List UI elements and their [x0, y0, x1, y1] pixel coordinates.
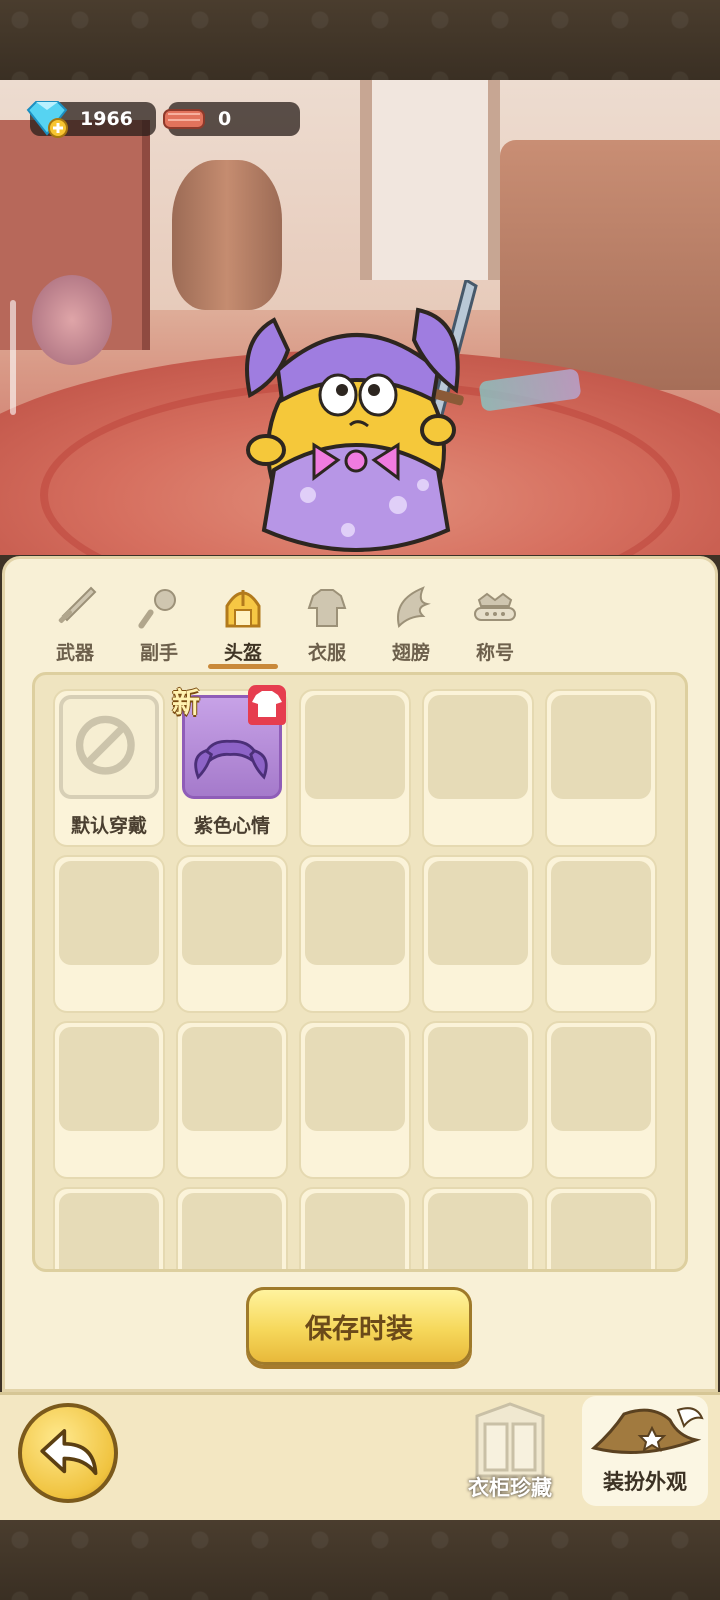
item-slot-icon-frame — [305, 695, 405, 799]
item-slot-icon-frame — [59, 1027, 159, 1131]
wardrobe-icon — [475, 1402, 545, 1478]
item-slot-empty[interactable] — [299, 1021, 411, 1179]
item-slot-default[interactable]: 默认穿戴 — [53, 689, 165, 847]
item-slot-empty[interactable] — [299, 855, 411, 1013]
item-slot-empty[interactable] — [176, 1021, 288, 1179]
item-slot-empty[interactable] — [545, 1187, 657, 1269]
sword-icon — [58, 586, 97, 623]
item-slot-icon-frame — [551, 695, 651, 799]
shirt-icon — [248, 685, 286, 725]
item-slot-empty[interactable] — [299, 689, 411, 847]
item-slot-icon-frame — [305, 1193, 405, 1269]
bottom-border — [0, 1520, 720, 1600]
armor-icon — [307, 589, 347, 627]
wing-icon — [397, 586, 431, 628]
item-slot-icon-frame — [428, 1193, 528, 1269]
item-slot-icon-frame — [551, 1193, 651, 1269]
tab-wings-label: 翅膀 — [391, 642, 430, 664]
item-slot-empty[interactable] — [422, 1187, 534, 1269]
dress-up-label: 装扮外观 — [603, 1470, 687, 1494]
item-slot-icon-frame — [428, 1027, 528, 1131]
save-outfit-button[interactable]: 保存时装 — [246, 1287, 472, 1365]
tab-clothes[interactable]: 衣服 — [292, 586, 362, 666]
tab-weapon-label: 武器 — [55, 642, 94, 664]
item-label: 紫色心情 — [193, 815, 270, 837]
new-badge: 新 — [172, 686, 201, 719]
helmet-icon — [225, 590, 261, 628]
item-slot-empty[interactable] — [53, 1187, 165, 1269]
tab-helmet-label: 头盔 — [223, 642, 262, 664]
tab-clothes-label: 衣服 — [307, 642, 346, 664]
item-slot-empty[interactable] — [545, 855, 657, 1013]
item-slot-icon-frame — [428, 861, 528, 965]
tab-offhand[interactable]: 副手 — [124, 586, 194, 666]
top-border — [0, 0, 720, 80]
scene-doorway — [360, 80, 500, 280]
item-slot-icon-frame — [551, 1027, 651, 1131]
item-slot-icon-frame — [182, 861, 282, 965]
item-slot-empty[interactable] — [545, 1021, 657, 1179]
item-slot-icon-frame — [428, 695, 528, 799]
tab-title[interactable]: 称号 — [460, 586, 530, 666]
back-button[interactable] — [18, 1403, 118, 1503]
cloth-roll-icon — [163, 109, 205, 129]
wardrobe-collection-button[interactable]: 衣柜珍藏 — [455, 1400, 565, 1505]
player-character — [245, 280, 478, 552]
cloth-counter[interactable]: 0 — [163, 102, 300, 136]
tab-helmet[interactable]: 头盔 — [208, 586, 278, 669]
tab-wings[interactable]: 翅膀 — [376, 586, 446, 666]
item-slot-empty[interactable] — [422, 855, 534, 1013]
item-slot-icon-frame — [305, 1027, 405, 1131]
cloth-amount: 0 — [218, 108, 232, 130]
scene-treasure-chest — [500, 140, 720, 390]
item-slot-empty[interactable] — [53, 1021, 165, 1179]
item-label: 默认穿戴 — [70, 815, 147, 837]
scene-egg — [32, 275, 112, 365]
dress-up-button[interactable]: 装扮外观 — [582, 1396, 708, 1506]
item-slot-empty[interactable] — [299, 1187, 411, 1269]
offhand-icon — [138, 589, 176, 629]
item-slot-purple-mood[interactable]: 新 紫色心情 — [172, 685, 288, 847]
gem-counter[interactable]: 1966 — [26, 101, 156, 138]
item-slot-empty[interactable] — [422, 689, 534, 847]
active-tab-indicator — [208, 664, 278, 669]
item-slot-icon-frame — [182, 1027, 282, 1131]
forbidden-icon — [75, 715, 135, 775]
tab-title-label: 称号 — [475, 642, 514, 664]
item-slot-icon-frame — [59, 1193, 159, 1269]
gem-amount: 1966 — [80, 108, 133, 130]
item-slot-icon-frame — [59, 861, 159, 965]
item-slot-empty[interactable] — [176, 1187, 288, 1269]
item-slot-icon-frame — [551, 861, 651, 965]
tab-weapon[interactable]: 武器 — [40, 586, 110, 666]
wardrobe-label: 衣柜珍藏 — [468, 1476, 552, 1500]
item-slot-empty[interactable] — [422, 1021, 534, 1179]
item-slot-icon-frame — [182, 1193, 282, 1269]
item-slot-empty[interactable] — [545, 689, 657, 847]
item-slot-icon-frame — [59, 695, 159, 799]
title-crown-icon — [474, 592, 516, 621]
tab-offhand-label: 副手 — [139, 642, 178, 664]
hat-icon — [590, 1407, 704, 1454]
back-arrow-icon — [40, 1429, 98, 1476]
gem-plus-icon[interactable] — [24, 98, 70, 140]
item-slot-empty[interactable] — [53, 855, 165, 1013]
item-slot-icon-frame — [305, 861, 405, 965]
item-slot-empty[interactable] — [176, 855, 288, 1013]
item-grid[interactable]: 默认穿戴 新 紫色心情 — [32, 672, 688, 1272]
category-tabs: 武器 副手 头盔 衣服 翅膀 称号 — [40, 586, 560, 669]
scene-scrollbar[interactable] — [10, 300, 16, 415]
